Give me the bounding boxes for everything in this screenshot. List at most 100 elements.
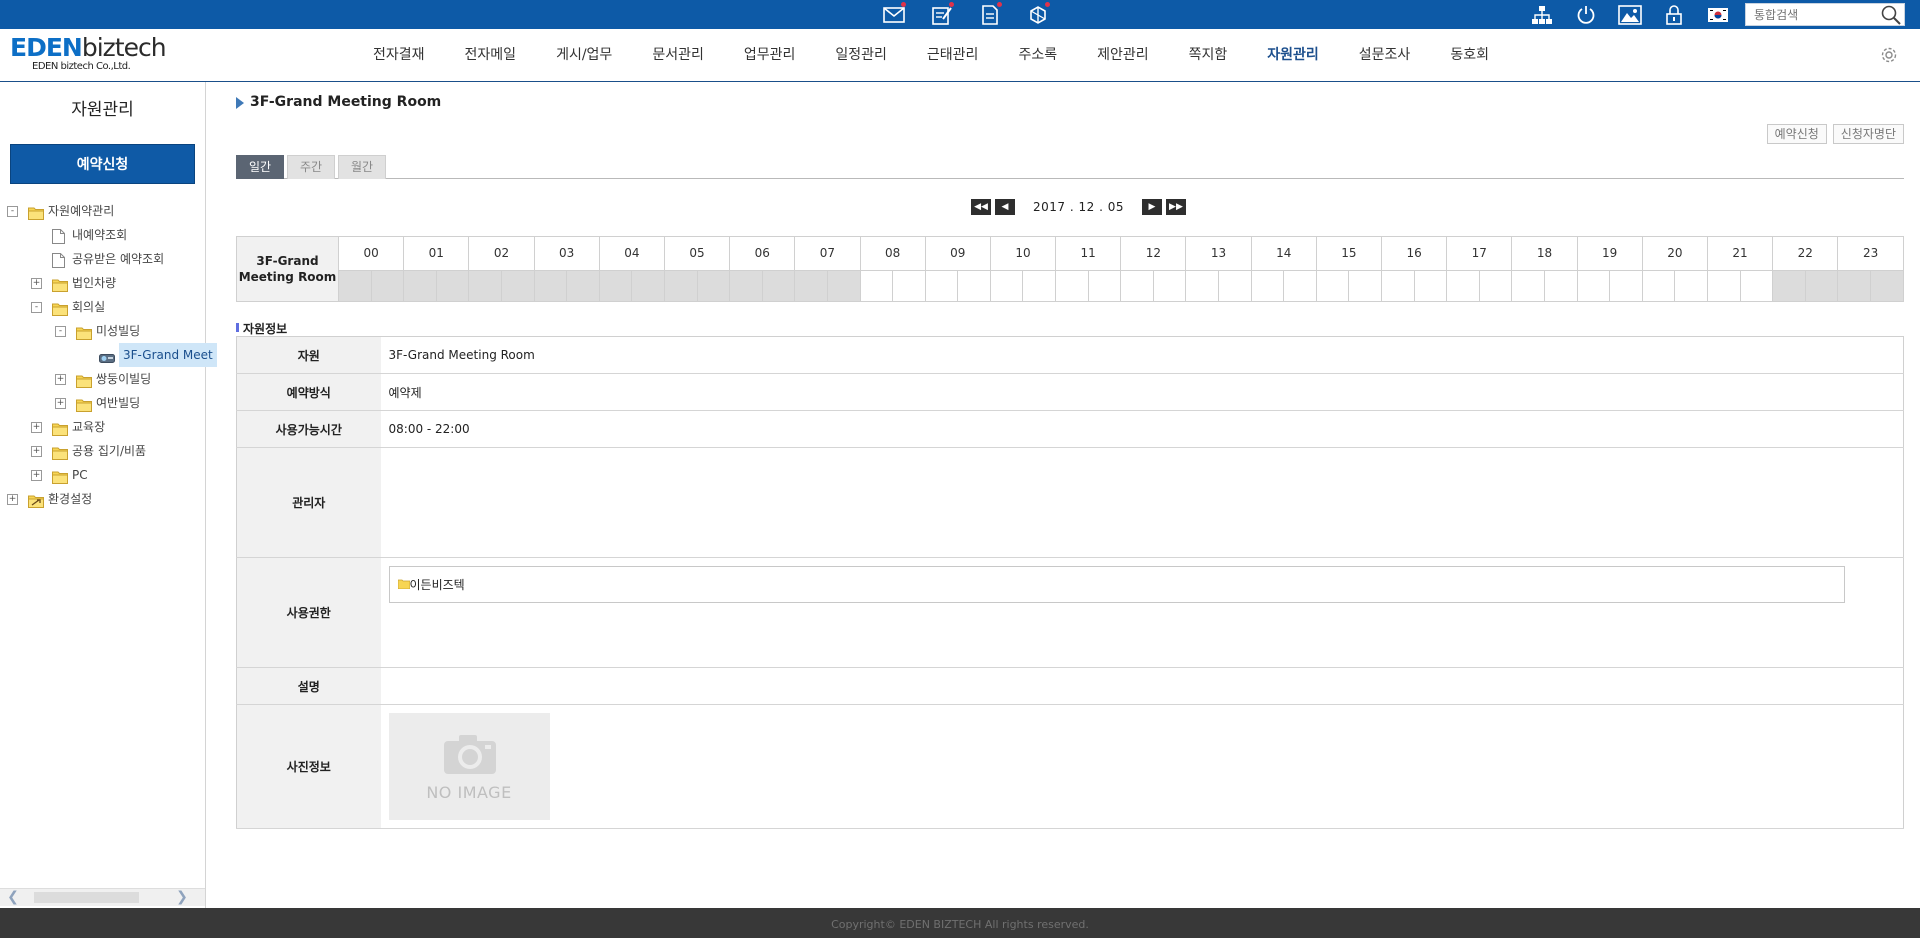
expand-icon[interactable]: +	[31, 470, 42, 481]
time-slot-available[interactable]	[1478, 269, 1513, 303]
tree-item-label[interactable]: 교육장	[72, 415, 105, 439]
search-icon[interactable]	[1880, 5, 1902, 28]
gear-icon[interactable]	[1880, 46, 1898, 67]
nav-item[interactable]: 근태관리	[907, 29, 999, 82]
nav-item[interactable]: 쪽지함	[1169, 29, 1248, 82]
time-slot-available[interactable]	[924, 269, 959, 303]
time-slot-available[interactable]	[1543, 269, 1578, 303]
nav-item[interactable]: 게시/업무	[536, 29, 632, 82]
nav-item[interactable]: 문서관리	[632, 29, 724, 82]
time-slot-available[interactable]	[1576, 269, 1611, 303]
tree-item-my-reservations[interactable]: 내예약조회	[0, 223, 205, 247]
tree-item-label[interactable]: 3F-Grand Meet	[119, 343, 217, 367]
nav-item[interactable]: 동호회	[1430, 29, 1509, 82]
tree-item-corporate-vehicles[interactable]: + 법인차량	[0, 271, 205, 295]
collapse-icon[interactable]: -	[31, 302, 42, 313]
reserve-button[interactable]: 예약신청	[10, 144, 195, 184]
collapse-icon[interactable]: -	[55, 326, 66, 337]
document-icon[interactable]	[966, 0, 1014, 29]
tree-item-label[interactable]: 자원예약관리	[48, 199, 114, 223]
time-slot-available[interactable]	[1218, 269, 1252, 303]
korea-flag-icon[interactable]	[1696, 0, 1740, 29]
tree-item-meeting-rooms[interactable]: - 회의실	[0, 295, 205, 319]
search-input[interactable]	[1746, 4, 1876, 25]
tree-item-yeoban-building[interactable]: + 여반빌딩	[0, 391, 205, 415]
next-next-icon[interactable]: ▶▶	[1165, 199, 1186, 215]
mail-icon[interactable]	[870, 0, 918, 29]
power-icon[interactable]	[1564, 0, 1608, 29]
tree-item-shared-reservations[interactable]: 공유받은 예약조회	[0, 247, 205, 271]
expand-icon[interactable]: +	[7, 494, 18, 505]
time-slot-available[interactable]	[1381, 269, 1415, 303]
applicant-list-button[interactable]: 신청자명단	[1832, 124, 1904, 144]
tree-item-reservation-mgmt[interactable]: - 자원예약관리	[0, 199, 205, 223]
expand-icon[interactable]: +	[55, 374, 66, 385]
tree-item-grand-meeting-room[interactable]: 3F-Grand Meet	[0, 343, 217, 367]
expand-icon[interactable]: +	[31, 278, 42, 289]
time-slot-available[interactable]	[1250, 269, 1285, 303]
tree-item-twin-building[interactable]: + 쌍둥이빌딩	[0, 367, 205, 391]
orgchart-icon[interactable]	[1520, 0, 1564, 29]
tree-item-training-room[interactable]: + 교육장	[0, 415, 205, 439]
time-slot-available[interactable]	[1674, 269, 1708, 303]
lock-icon[interactable]	[1652, 0, 1696, 29]
prev-prev-icon[interactable]: ◀◀	[971, 199, 991, 215]
tree-item-label[interactable]: 환경설정	[48, 487, 92, 511]
prev-icon[interactable]: ◀	[995, 199, 1015, 215]
expand-icon[interactable]: +	[31, 422, 42, 433]
time-slot-available[interactable]	[1022, 269, 1057, 303]
expand-icon[interactable]: +	[55, 398, 66, 409]
time-slot-available[interactable]	[1511, 269, 1545, 303]
nav-item[interactable]: 설문조사	[1339, 29, 1431, 82]
time-slot-available[interactable]	[1185, 269, 1220, 303]
time-slot-available[interactable]	[1315, 269, 1350, 303]
nav-item[interactable]: 자원관리	[1247, 29, 1339, 82]
time-slot-available[interactable]	[1413, 269, 1448, 303]
tree-item-label[interactable]: 쌍둥이빌딩	[96, 367, 151, 391]
scroll-thumb[interactable]	[34, 892, 139, 903]
tree-item-label[interactable]: 내예약조회	[72, 223, 127, 247]
time-slot-available[interactable]	[1087, 269, 1122, 303]
time-slot-available[interactable]	[859, 269, 894, 303]
nav-item[interactable]: 주소록	[998, 29, 1077, 82]
tree-item-label[interactable]: 공유받은 예약조회	[72, 247, 164, 271]
expand-icon[interactable]: +	[31, 446, 42, 457]
scroll-left-icon[interactable]: ❮	[4, 889, 22, 907]
tree-item-label[interactable]: 여반빌딩	[96, 391, 140, 415]
collapse-icon[interactable]: -	[7, 206, 18, 217]
sidebar-scrollbar[interactable]: ❮ ❯	[0, 888, 205, 906]
approval-icon[interactable]	[918, 0, 966, 29]
nav-item[interactable]: 일정관리	[815, 29, 907, 82]
time-slot-available[interactable]	[1446, 269, 1480, 303]
time-slot-available[interactable]	[1706, 269, 1741, 303]
time-slot-available[interactable]	[892, 269, 926, 303]
nav-item[interactable]: 업무관리	[724, 29, 816, 82]
tree-item-pc[interactable]: + PC	[0, 463, 205, 487]
time-slot-available[interactable]	[1283, 269, 1317, 303]
time-slot-available[interactable]	[957, 269, 991, 303]
nav-item[interactable]: 전자결재	[353, 29, 445, 82]
tab-monthly[interactable]: 월간	[338, 155, 386, 179]
time-slot-available[interactable]	[1739, 269, 1774, 303]
tree-item-misung-building[interactable]: - 미성빌딩	[0, 319, 205, 343]
company-logo[interactable]: EDENbiztech EDEN biztech Co.,Ltd.	[10, 35, 170, 79]
tree-item-label[interactable]: 회의실	[72, 295, 105, 319]
image-icon[interactable]	[1608, 0, 1652, 29]
tree-item-label[interactable]: PC	[72, 463, 88, 487]
time-slot-available[interactable]	[1152, 269, 1187, 303]
tab-weekly[interactable]: 주간	[287, 155, 335, 179]
tree-item-settings[interactable]: + 환경설정	[0, 487, 205, 511]
time-slot-available[interactable]	[1641, 269, 1676, 303]
task-icon[interactable]	[1014, 0, 1062, 29]
time-slot-available[interactable]	[1348, 269, 1382, 303]
time-slot-available[interactable]	[1609, 269, 1643, 303]
time-slot-available[interactable]	[1055, 269, 1089, 303]
tree-item-label[interactable]: 법인차량	[72, 271, 116, 295]
tree-item-shared-equipment[interactable]: + 공용 집기/비품	[0, 439, 205, 463]
time-slot-available[interactable]	[989, 269, 1024, 303]
reserve-request-button[interactable]: 예약신청	[1766, 124, 1827, 144]
tree-item-label[interactable]: 공용 집기/비품	[72, 439, 146, 463]
time-slot-available[interactable]	[1120, 269, 1154, 303]
nav-item[interactable]: 전자메일	[445, 29, 537, 82]
tree-item-label[interactable]: 미성빌딩	[96, 319, 140, 343]
